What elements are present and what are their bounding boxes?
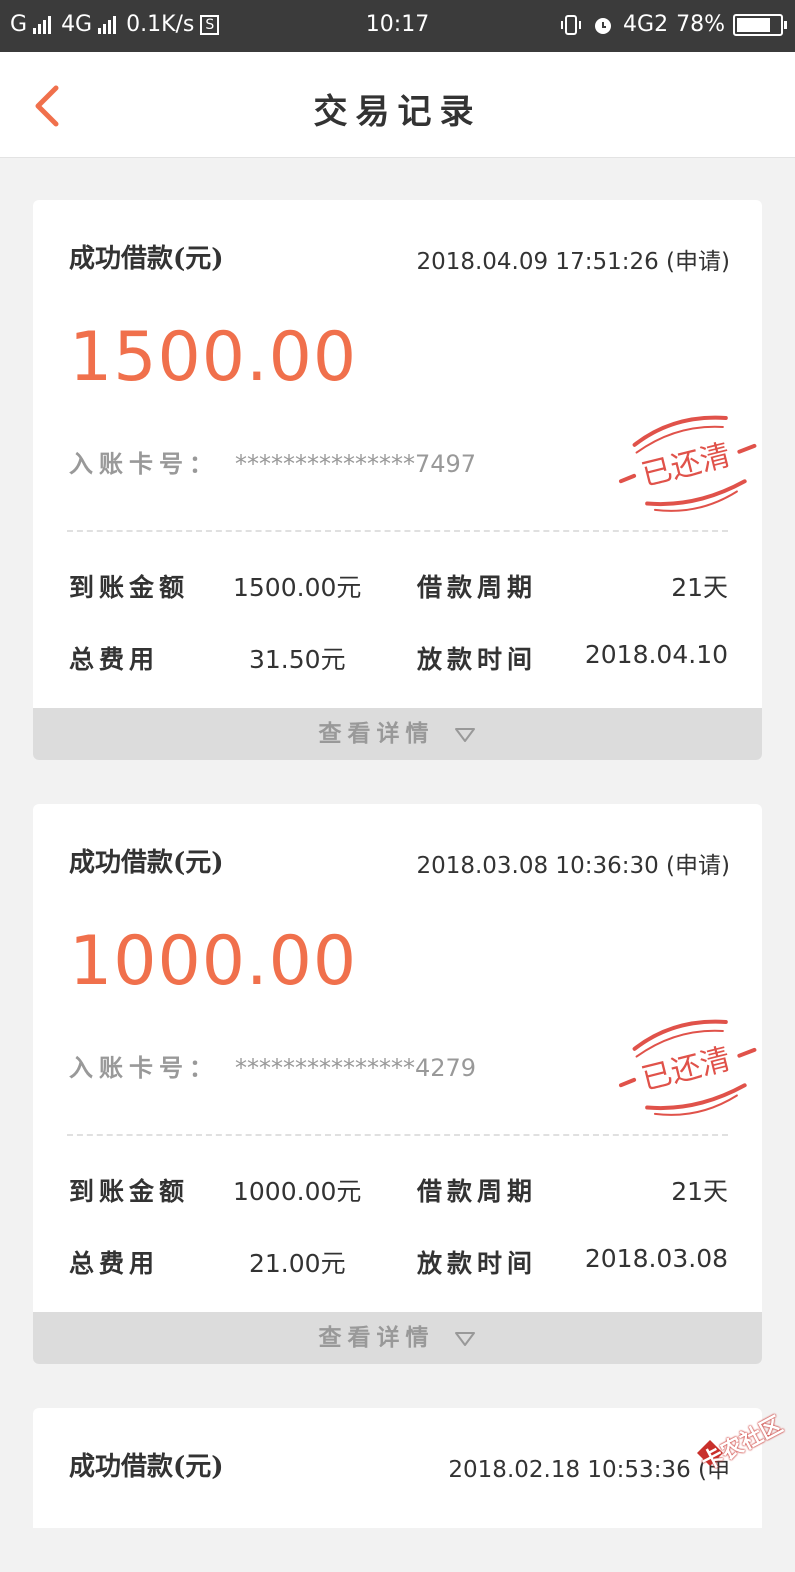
stamp-text: 已还清 bbox=[638, 1042, 734, 1098]
vibrate-icon bbox=[561, 14, 582, 35]
account-row: 入账卡号： ***************7497 bbox=[69, 444, 476, 479]
record-label: 成功借款(元) bbox=[69, 848, 224, 878]
loan-time-value: 2018.04.10 bbox=[584, 640, 728, 669]
loan-time-value: 2018.03.08 bbox=[584, 1244, 728, 1273]
chevron-down-icon bbox=[454, 1332, 475, 1346]
record-datetime: 2018.02.18 10:53:36 (申 bbox=[448, 1457, 730, 1483]
period-label: 借款周期 bbox=[417, 1177, 538, 1206]
period-value: 21天 bbox=[671, 1177, 728, 1206]
account-number: ***************7497 bbox=[235, 450, 477, 478]
account-number: ***************4279 bbox=[235, 1054, 477, 1082]
battery-fill bbox=[737, 17, 770, 32]
battery-percent: 78% bbox=[676, 12, 725, 37]
view-details-label: 查看详情 bbox=[318, 720, 435, 747]
loan-time-label: 放款时间 bbox=[417, 645, 538, 674]
watermark-logo: 卡农社区 bbox=[693, 1410, 787, 1476]
record-label: 成功借款(元) bbox=[69, 1452, 224, 1482]
alarm-icon bbox=[595, 17, 612, 34]
stamp-text: 已还清 bbox=[638, 438, 734, 494]
account-label: 入账卡号： bbox=[69, 1053, 219, 1082]
record-card: 成功借款(元) 2018.02.18 10:53:36 (申 bbox=[33, 1408, 762, 1528]
status-bar: G 4G 0.1K/s S 10:17 4G2 78% bbox=[0, 0, 795, 52]
view-details-label: 查看详情 bbox=[318, 1324, 435, 1351]
battery-icon bbox=[733, 13, 787, 36]
loan-time-label: 放款时间 bbox=[417, 1249, 538, 1278]
fee-label: 总费用 bbox=[69, 1249, 160, 1278]
record-datetime: 2018.04.09 17:51:26 (申请) bbox=[416, 249, 730, 275]
paid-stamp-icon: 已还清 bbox=[618, 415, 757, 512]
record-card: 成功借款(元) 2018.03.08 10:36:30 (申请) 1000.00… bbox=[33, 804, 762, 1364]
account-row: 入账卡号： ***************4279 bbox=[69, 1048, 476, 1083]
record-card: 成功借款(元) 2018.04.09 17:51:26 (申请) 1500.00… bbox=[33, 200, 762, 760]
fee-value: 31.50元 bbox=[249, 645, 346, 674]
record-label: 成功借款(元) bbox=[69, 244, 224, 274]
divider bbox=[67, 530, 728, 532]
watermark-text: 卡农社区 bbox=[697, 1412, 787, 1476]
divider bbox=[67, 1134, 728, 1136]
fee-label: 总费用 bbox=[69, 645, 160, 674]
page-title: 交易记录 bbox=[313, 92, 482, 132]
record-amount: 1500.00 bbox=[69, 318, 358, 397]
record-amount: 1000.00 bbox=[69, 922, 358, 1001]
paid-stamp-icon: 已还清 bbox=[618, 1019, 757, 1116]
view-details-button[interactable]: 查看详情 bbox=[33, 1312, 762, 1364]
view-details-button[interactable]: 查看详情 bbox=[33, 708, 762, 760]
record-datetime: 2018.03.08 10:36:30 (申请) bbox=[416, 853, 730, 879]
period-label: 借款周期 bbox=[417, 573, 538, 602]
received-label: 到账金额 bbox=[69, 1177, 190, 1206]
account-label: 入账卡号： bbox=[69, 449, 219, 478]
network-type: 4G2 bbox=[623, 12, 669, 37]
record-list: 成功借款(元) 2018.04.09 17:51:26 (申请) 1500.00… bbox=[33, 200, 762, 1572]
header: 交易记录 bbox=[0, 52, 795, 158]
received-value: 1500.00元 bbox=[233, 573, 362, 602]
period-value: 21天 bbox=[671, 573, 728, 602]
status-right: 4G2 78% bbox=[559, 12, 787, 37]
received-label: 到账金额 bbox=[69, 573, 190, 602]
chevron-down-icon bbox=[454, 728, 475, 742]
received-value: 1000.00元 bbox=[233, 1177, 362, 1206]
fee-value: 21.00元 bbox=[249, 1249, 346, 1278]
